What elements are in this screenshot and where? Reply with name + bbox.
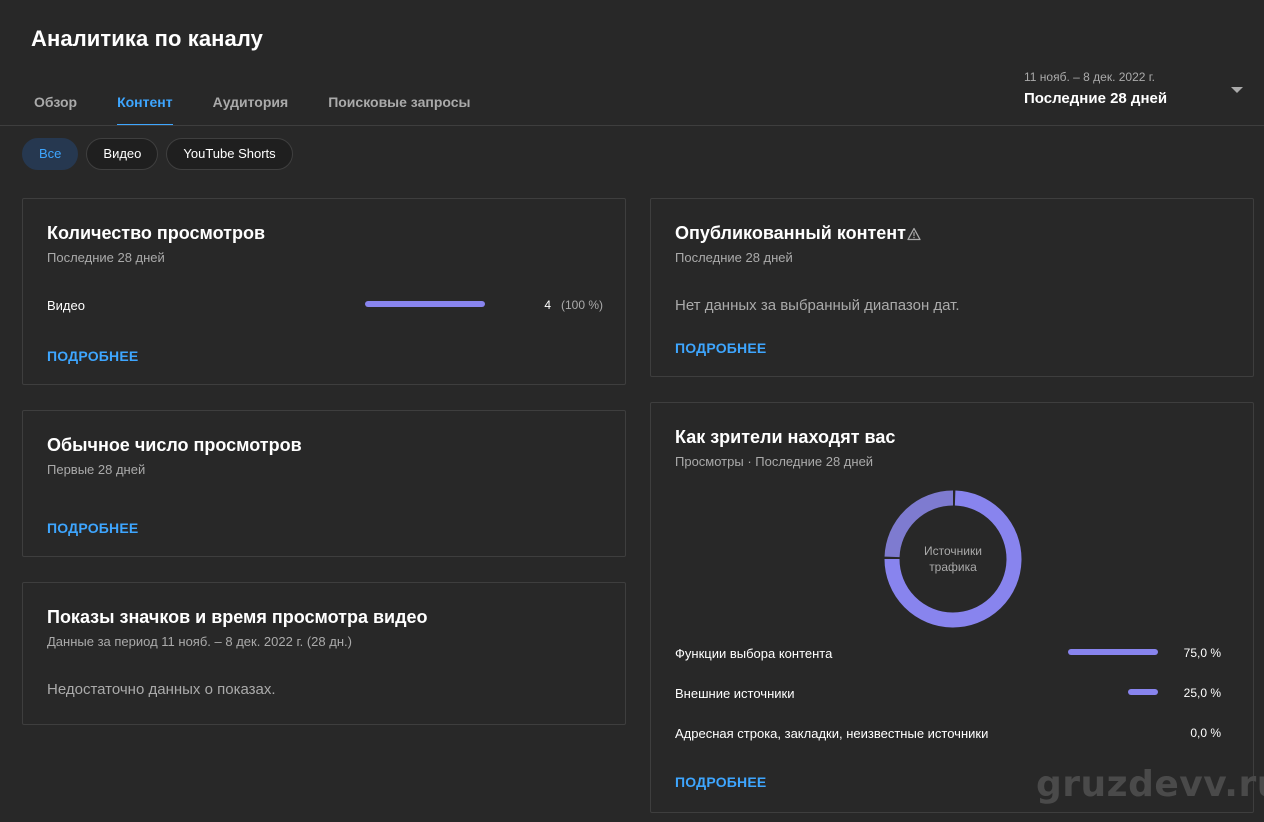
published-content-card: Опубликованный контент Последние 28 дней…: [650, 198, 1254, 377]
card-subtitle: Данные за период 11 нояб. – 8 дек. 2022 …: [47, 634, 352, 649]
card-title: Показы значков и время просмотра видео: [47, 607, 428, 627]
source-bar: [1068, 649, 1158, 655]
more-link[interactable]: ПОДРОБНЕЕ: [675, 774, 766, 790]
date-range-picker[interactable]: 11 нояб. – 8 дек. 2022 г. Последние 28 д…: [1024, 70, 1249, 114]
tab-search-queries[interactable]: Поисковые запросы: [316, 88, 482, 126]
source-bar: [1128, 689, 1158, 695]
card-title: Обычное число просмотров: [47, 435, 302, 455]
header-divider: [0, 125, 1264, 126]
card-subtitle: Последние 28 дней: [47, 250, 165, 265]
source-row-value: 75,0 %: [1183, 646, 1221, 660]
chip-video[interactable]: Видео: [86, 138, 159, 170]
more-link[interactable]: ПОДРОБНЕЕ: [675, 340, 766, 356]
more-link[interactable]: ПОДРОБНЕЕ: [47, 520, 138, 536]
page-title: Аналитика по каналу: [31, 26, 263, 51]
row-value: 4: [544, 298, 551, 312]
chip-all[interactable]: Все: [22, 138, 79, 170]
tab-bar: Обзор Контент Аудитория Поисковые запрос…: [22, 88, 498, 126]
views-bar: [365, 301, 485, 307]
content-filter-chips: Все Видео YouTube Shorts: [22, 138, 301, 170]
date-range-label: Последние 28 дней: [1024, 90, 1168, 107]
card-subtitle: Просмотры · Последние 28 дней: [675, 454, 874, 469]
traffic-donut-chart: Источники трафика: [883, 489, 1023, 629]
source-row-value: 0,0 %: [1190, 726, 1221, 740]
views-card: Количество просмотров Последние 28 дней …: [22, 198, 626, 385]
source-row-label: Функции выбора контента: [675, 646, 833, 661]
date-range-text: 11 нояб. – 8 дек. 2022 г.: [1024, 70, 1156, 84]
tab-content[interactable]: Контент: [105, 88, 185, 126]
more-link[interactable]: ПОДРОБНЕЕ: [47, 348, 138, 364]
donut-center-label: Источники трафика: [883, 489, 1023, 629]
card-title: Количество просмотров: [47, 223, 266, 243]
card-title: Как зрители находят вас: [675, 427, 896, 447]
donut-label-line2: трафика: [929, 560, 977, 574]
tab-audience[interactable]: Аудитория: [201, 88, 301, 126]
donut-label-line1: Источники: [924, 544, 982, 558]
row-percent: (100 %): [560, 298, 603, 312]
traffic-sources-card: Как зрители находят вас Просмотры · Посл…: [650, 402, 1254, 813]
empty-message: Нет данных за выбранный диапазон дат.: [675, 297, 960, 314]
chevron-down-icon: [1231, 87, 1243, 93]
card-subtitle: Последние 28 дней: [675, 250, 793, 265]
card-subtitle: Первые 28 дней: [47, 462, 146, 477]
source-row-value: 25,0 %: [1183, 686, 1221, 700]
warning-icon[interactable]: [907, 227, 921, 241]
source-row-label: Адресная строка, закладки, неизвестные и…: [675, 726, 989, 741]
typical-views-card: Обычное число просмотров Первые 28 дней …: [22, 410, 626, 557]
card-title: Опубликованный контент: [675, 223, 906, 243]
tab-overview[interactable]: Обзор: [22, 88, 89, 126]
empty-message: Недостаточно данных о показах.: [47, 681, 276, 698]
row-label: Видео: [47, 298, 85, 313]
chip-shorts[interactable]: YouTube Shorts: [166, 138, 293, 170]
watermark: gruzdevv.ru: [1036, 764, 1264, 805]
source-row-label: Внешние источники: [675, 686, 795, 701]
impressions-card: Показы значков и время просмотра видео Д…: [22, 582, 626, 725]
